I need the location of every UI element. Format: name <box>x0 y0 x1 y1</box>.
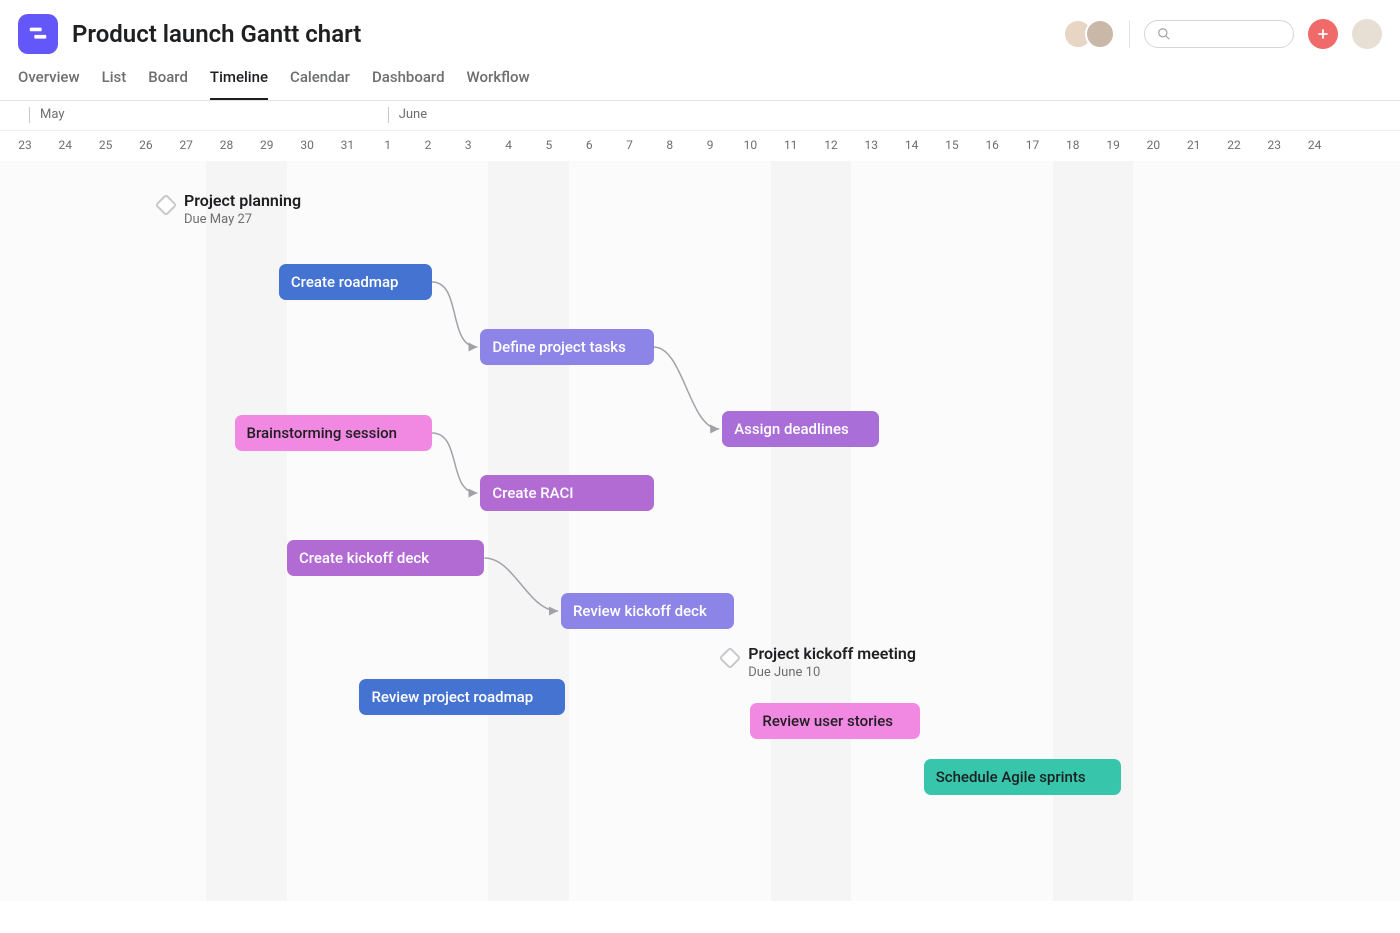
day-label: 7 <box>626 138 633 152</box>
task-label: Schedule Agile sprints <box>936 768 1086 786</box>
milestone[interactable]: Project kickoff meeting Due June 10 <box>722 644 916 680</box>
day-label: 24 <box>1308 138 1322 152</box>
add-button[interactable] <box>1308 19 1338 49</box>
milestone[interactable]: Project planning Due May 27 <box>158 191 301 227</box>
weekend-stripe <box>771 161 852 901</box>
day-label: 13 <box>865 138 879 152</box>
tab-list[interactable]: List <box>102 68 127 100</box>
day-label: 3 <box>465 138 472 152</box>
day-label: 29 <box>260 138 274 152</box>
task-bar[interactable]: Create kickoff deck <box>287 540 484 576</box>
header-right <box>1063 19 1382 49</box>
day-label: 10 <box>744 138 758 152</box>
task-label: Brainstorming session <box>247 424 397 442</box>
search-icon <box>1157 27 1171 41</box>
day-label: 14 <box>905 138 919 152</box>
project-title: Product launch Gantt chart <box>72 20 361 48</box>
day-label: 28 <box>220 138 234 152</box>
dependency-arrow <box>432 282 477 347</box>
task-bar[interactable]: Schedule Agile sprints <box>924 759 1121 795</box>
task-bar[interactable]: Define project tasks <box>480 329 653 365</box>
month-label: May <box>29 107 64 123</box>
weekend-stripe <box>488 161 569 901</box>
day-label: 9 <box>707 138 714 152</box>
task-label: Define project tasks <box>492 338 625 356</box>
day-label: 11 <box>784 138 798 152</box>
milestone-title: Project planning <box>184 191 301 210</box>
user-avatar[interactable] <box>1352 19 1382 49</box>
gantt-icon <box>27 23 49 45</box>
day-label: 4 <box>505 138 512 152</box>
milestone-text: Project kickoff meeting Due June 10 <box>748 644 916 680</box>
day-label: 17 <box>1026 138 1040 152</box>
day-label: 18 <box>1066 138 1080 152</box>
task-bar[interactable]: Create RACI <box>480 475 653 511</box>
task-bar[interactable]: Brainstorming session <box>235 415 432 451</box>
task-bar[interactable]: Assign deadlines <box>722 411 879 447</box>
project-icon <box>18 14 58 54</box>
task-bar[interactable]: Create roadmap <box>279 264 432 300</box>
divider <box>1129 20 1130 48</box>
day-label: 31 <box>341 138 355 152</box>
day-label: 30 <box>300 138 314 152</box>
day-label: 6 <box>586 138 593 152</box>
search-input[interactable] <box>1144 20 1294 48</box>
weekend-stripe <box>206 161 287 901</box>
task-label: Review user stories <box>762 712 893 730</box>
tab-timeline[interactable]: Timeline <box>210 68 268 100</box>
dependency-arrow <box>432 433 477 493</box>
day-label: 8 <box>666 138 673 152</box>
tab-board[interactable]: Board <box>148 68 188 100</box>
task-label: Create roadmap <box>291 273 399 291</box>
tab-workflow[interactable]: Workflow <box>467 68 530 100</box>
day-label: 12 <box>824 138 838 152</box>
task-label: Assign deadlines <box>734 420 849 438</box>
day-label: 19 <box>1106 138 1120 152</box>
day-label: 1 <box>384 138 391 152</box>
day-label: 25 <box>99 138 113 152</box>
tab-calendar[interactable]: Calendar <box>290 68 350 100</box>
milestone-due: Due May 27 <box>184 212 301 227</box>
tab-dashboard[interactable]: Dashboard <box>372 68 445 100</box>
tab-bar: Overview List Board Timeline Calendar Dashboa… <box>0 54 1400 101</box>
day-label: 5 <box>546 138 553 152</box>
month-label: June <box>388 107 427 123</box>
gantt-area[interactable]: Create roadmap Define project tasks Assign… <box>0 161 1400 901</box>
plus-icon <box>1316 27 1330 41</box>
day-label: 22 <box>1227 138 1241 152</box>
dependency-arrow <box>654 347 720 429</box>
day-label: 23 <box>18 138 32 152</box>
day-label: 16 <box>985 138 999 152</box>
timeline-months: May June <box>0 101 1400 131</box>
milestone-text: Project planning Due May 27 <box>184 191 301 227</box>
day-label: 21 <box>1187 138 1201 152</box>
task-bar[interactable]: Review project roadmap <box>359 679 565 715</box>
milestone-diamond-icon <box>719 647 742 670</box>
task-bar[interactable]: Review user stories <box>750 703 919 739</box>
day-label: 23 <box>1268 138 1282 152</box>
day-label: 15 <box>945 138 959 152</box>
task-bar[interactable]: Review kickoff deck <box>561 593 734 629</box>
timeline-days: 2324252627282930311234567891011121314151… <box>0 131 1400 161</box>
milestone-title: Project kickoff meeting <box>748 644 916 663</box>
avatar[interactable] <box>1085 19 1115 49</box>
task-label: Create RACI <box>492 484 573 502</box>
day-label: 20 <box>1147 138 1161 152</box>
day-label: 26 <box>139 138 153 152</box>
day-label: 24 <box>59 138 73 152</box>
member-avatars[interactable] <box>1063 19 1115 49</box>
milestone-due: Due June 10 <box>748 665 916 680</box>
day-label: 27 <box>179 138 193 152</box>
milestone-diamond-icon <box>155 194 178 217</box>
day-label: 2 <box>425 138 432 152</box>
task-label: Review kickoff deck <box>573 602 707 620</box>
task-label: Create kickoff deck <box>299 549 429 567</box>
task-label: Review project roadmap <box>371 688 533 706</box>
tab-overview[interactable]: Overview <box>18 68 80 100</box>
header: Product launch Gantt chart <box>0 0 1400 54</box>
